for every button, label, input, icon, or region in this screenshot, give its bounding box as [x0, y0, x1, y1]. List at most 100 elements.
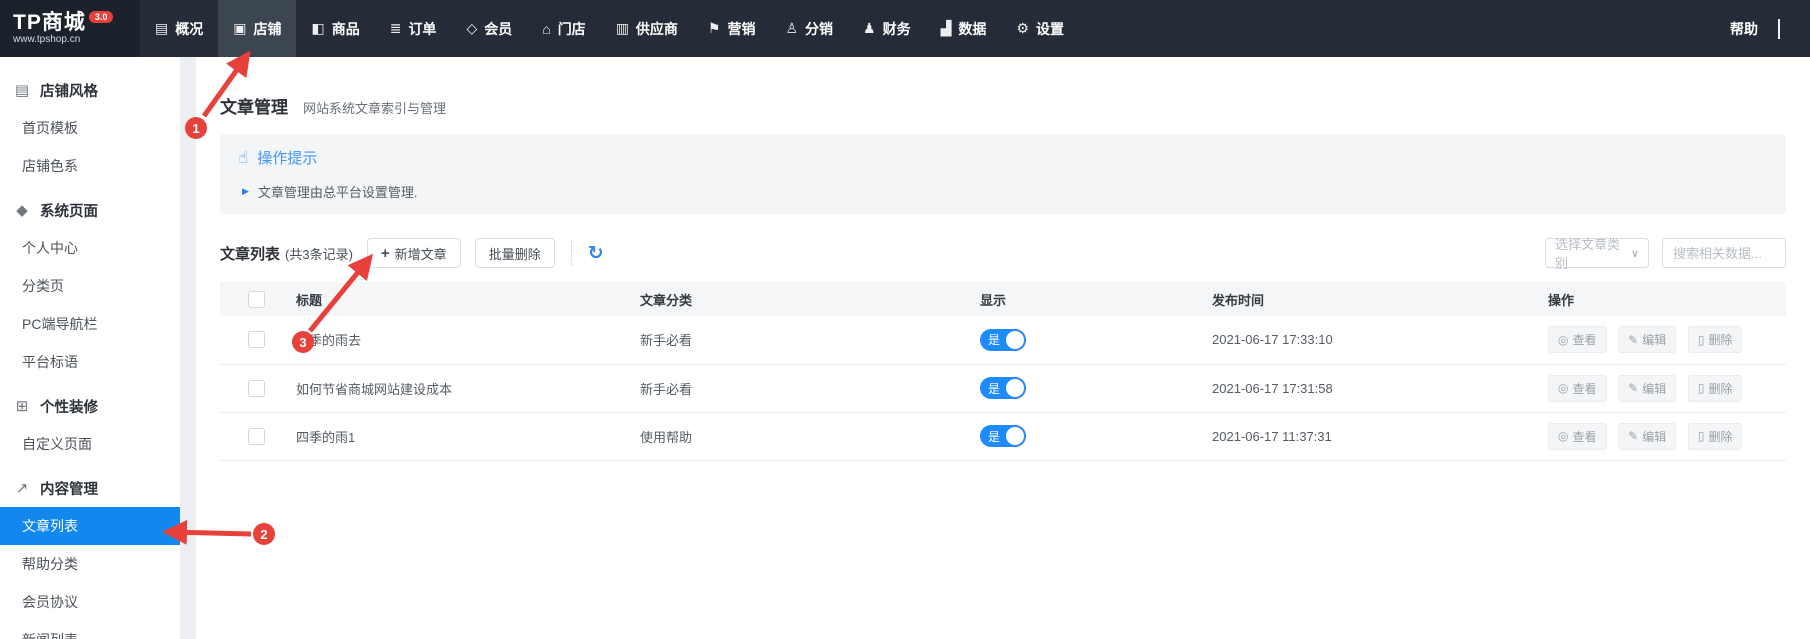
nav-item-settings[interactable]: ⚙ 设置: [1001, 0, 1079, 57]
table-row: 四季的雨去 新手必看 是 2021-06-17 17:33:10 ◎查看 ✎编辑…: [220, 316, 1786, 364]
view-label: 查看: [1572, 331, 1596, 348]
help-link[interactable]: 帮助: [1730, 19, 1758, 39]
view-button[interactable]: ◎ 查看: [1548, 423, 1607, 450]
nav-item-label: 店铺: [253, 19, 281, 39]
add-article-label: 新增文章: [395, 244, 447, 263]
sidebar-item-article-list[interactable]: 文章列表: [0, 507, 180, 545]
toggle-knob: [1006, 427, 1024, 445]
view-label: 查看: [1572, 380, 1596, 397]
edit-button[interactable]: ✎编辑: [1618, 423, 1676, 450]
sidebar-group-content-management[interactable]: ↗ 内容管理: [0, 469, 180, 507]
nav-divider: [1778, 19, 1780, 39]
article-category-select[interactable]: 选择文章类别 ∨: [1545, 238, 1649, 268]
sidebar-item-help-category[interactable]: 帮助分类: [0, 545, 180, 583]
operation-tip-header: ☝ 操作提示: [238, 147, 1768, 168]
nav-item-suppliers[interactable]: ▥ 供应商: [601, 0, 693, 57]
annotation-step-3: 3: [292, 331, 314, 353]
orders-icon: ≣: [390, 20, 402, 37]
delete-button[interactable]: ▯删除: [1688, 423, 1743, 450]
table-row: 四季的雨1 使用帮助 是 2021-06-17 11:37:31 ◎查看 ✎编辑…: [220, 412, 1786, 460]
brand-logo[interactable]: TP商城 3.0 www.tpshop.cn: [0, 0, 140, 57]
annotation-step-2: 2: [253, 523, 275, 545]
nav-item-goods[interactable]: ◧ 商品: [296, 0, 374, 57]
nav-item-label: 数据: [958, 19, 986, 39]
sidebar-group-system-pages[interactable]: ◆ 系统页面: [0, 191, 180, 229]
page-subtitle: 网站系统文章索引与管理: [303, 98, 446, 117]
nav-menu: ▤ 概况 ▣ 店铺 ◧ 商品 ≣ 订单 ◇ 会员 ⌂ 门店: [140, 0, 1079, 57]
article-category: 新手必看: [640, 316, 980, 364]
sidebar-item-custom-page[interactable]: 自定义页面: [0, 425, 180, 463]
sidebar-item-personal-center[interactable]: 个人中心: [0, 229, 180, 267]
batch-delete-button[interactable]: 批量删除: [475, 238, 555, 268]
chevron-down-icon: ∨: [1631, 247, 1639, 260]
operation-tip-title: 操作提示: [257, 147, 317, 168]
nav-item-data[interactable]: ▟ 数据: [926, 0, 1002, 57]
sidebar-item-category-page[interactable]: 分类页: [0, 267, 180, 305]
row-checkbox[interactable]: [248, 380, 265, 397]
select-all-checkbox[interactable]: [248, 291, 265, 308]
nav-item-finance[interactable]: ♟ 财务: [848, 0, 926, 57]
pencil-icon: ✎: [1628, 429, 1638, 443]
sidebar-item-pc-navbar[interactable]: PC端导航栏: [0, 305, 180, 343]
triangle-bullet-icon: ▶: [242, 186, 249, 197]
search-input[interactable]: [1662, 238, 1786, 268]
edit-button[interactable]: ✎编辑: [1618, 375, 1676, 402]
add-article-button[interactable]: + 新增文章: [367, 238, 461, 268]
nav-item-shop[interactable]: ▣ 店铺: [218, 0, 296, 57]
plus-icon: +: [381, 246, 390, 261]
view-button[interactable]: ◎ 查看: [1548, 326, 1607, 353]
sidebar-group-custom-decoration[interactable]: ⊞ 个性装修: [0, 387, 180, 425]
sidebar-group-label: 个性装修: [40, 396, 98, 417]
members-icon: ◇: [466, 20, 477, 37]
nav-item-distribution[interactable]: ♙ 分销: [770, 0, 848, 57]
edit-button[interactable]: ✎编辑: [1618, 326, 1676, 353]
visible-toggle[interactable]: 是: [980, 329, 1026, 351]
settings-icon: ⚙: [1016, 20, 1029, 37]
edit-label: 编辑: [1642, 380, 1666, 397]
eye-icon: ◎: [1558, 333, 1568, 347]
sidebar-item-news-list[interactable]: 新闻列表: [0, 621, 180, 639]
toggle-on-label: 是: [988, 380, 1000, 397]
nav-item-marketing[interactable]: ⚑ 营销: [693, 0, 771, 57]
visible-toggle[interactable]: 是: [980, 425, 1026, 447]
refresh-icon[interactable]: ↻: [588, 244, 604, 263]
nav-right: 帮助: [1730, 0, 1810, 57]
publish-time: 2021-06-17 17:31:58: [1212, 364, 1548, 412]
eye-icon: ◎: [1558, 429, 1568, 443]
table-row: 如何节省商城网站建设成本 新手必看 是 2021-06-17 17:31:58 …: [220, 364, 1786, 412]
row-checkbox[interactable]: [248, 331, 265, 348]
delete-button[interactable]: ▯删除: [1688, 326, 1743, 353]
sidebar-item-label: 帮助分类: [22, 554, 78, 574]
visible-toggle[interactable]: 是: [980, 377, 1026, 399]
delete-button[interactable]: ▯删除: [1688, 375, 1743, 402]
sidebar-item-platform-slogan[interactable]: 平台标语: [0, 343, 180, 381]
sidebar-item-shop-colors[interactable]: 店铺色系: [0, 147, 180, 185]
sidebar-group-shop-style[interactable]: ▤ 店铺风格: [0, 71, 180, 109]
finance-icon: ♟: [863, 20, 876, 37]
page-header: 文章管理 网站系统文章索引与管理: [220, 57, 1786, 118]
view-label: 查看: [1572, 428, 1596, 445]
record-count: (共3条记录): [285, 244, 353, 263]
sidebar-item-label: 文章列表: [22, 516, 78, 536]
article-category: 使用帮助: [640, 412, 980, 460]
sidebar-item-home-template[interactable]: 首页模板: [0, 109, 180, 147]
toggle-knob: [1006, 379, 1024, 397]
nav-item-label: 订单: [408, 19, 436, 39]
nav-item-members[interactable]: ◇ 会员: [451, 0, 527, 57]
nav-item-orders[interactable]: ≣ 订单: [375, 0, 452, 57]
sidebar-group-label: 店铺风格: [40, 80, 98, 101]
sidebar-group-label: 系统页面: [40, 200, 98, 221]
nav-item-stores[interactable]: ⌂ 门店: [527, 0, 600, 57]
column-header-publish-time: 发布时间: [1212, 282, 1548, 316]
annotation-step-1: 1: [185, 117, 207, 139]
hand-click-icon: ☝: [238, 148, 248, 168]
select-value: 选择文章类别: [1555, 234, 1631, 272]
sidebar-item-member-agreement[interactable]: 会员协议: [0, 583, 180, 621]
row-checkbox[interactable]: [248, 428, 265, 445]
stores-icon: ⌂: [542, 21, 550, 37]
view-button[interactable]: ◎查看: [1548, 375, 1607, 402]
nav-item-overview[interactable]: ▤ 概况: [140, 0, 218, 57]
main-content: 文章管理 网站系统文章索引与管理 ☝ 操作提示 ▶ 文章管理由总平台设置管理. …: [196, 57, 1810, 639]
nav-item-label: 营销: [727, 19, 755, 39]
nav-item-label: 门店: [558, 19, 586, 39]
